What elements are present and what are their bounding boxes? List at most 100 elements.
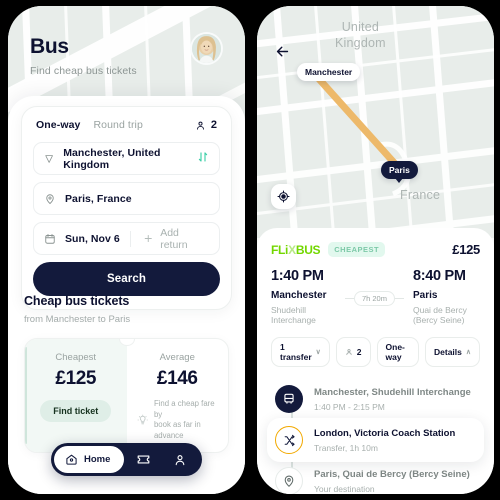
fare-tip-text: Find a cheap fare by book as far in adva… [154,399,218,441]
find-ticket-button[interactable]: Find ticket [40,400,112,422]
average-label: Average [159,352,195,363]
cheap-tickets-title: Cheap bus tickets [24,294,130,308]
ticket-icon [137,455,149,464]
operator-logo: FLiXBUS [271,242,321,257]
departure-time: 1:40 PM [271,268,324,284]
transfer-icon [284,434,295,446]
itinerary-destination-sub: Your destination [314,483,375,494]
duration-pill: 7h 20m [353,290,395,306]
add-return-button[interactable]: Add return [131,223,219,254]
chip-details-label: Details [434,347,462,357]
duration-block: 7h 20m [344,288,404,306]
nav-item-home[interactable]: Home [54,446,125,473]
average-column: Average £146 Find a cheap fare by book a… [127,339,229,452]
bus-icon [284,393,294,404]
filter-chip-row: 1 transfer ∨ 2 One-way Details ∧ [257,325,494,367]
itinerary-list: Manchester, Shudehill Interchange 1:40 P… [267,380,484,494]
chip-details[interactable]: Details ∧ [425,337,480,367]
itinerary-stop-origin[interactable]: Manchester, Shudehill Interchange 1:40 P… [267,380,484,418]
tab-one-way[interactable]: One-way [36,119,80,131]
uk-line2: Kingdom [335,35,386,50]
back-button[interactable] [271,40,293,62]
avatar[interactable] [190,32,223,65]
chip-trip-type[interactable]: One-way [376,337,419,367]
operator-name: FLiXBUS [271,242,321,257]
arrow-left-icon [276,46,288,56]
fare-tip-line1: Find a cheap fare by [153,399,215,419]
depart-date-field[interactable]: Sun, Nov 6 [34,223,130,254]
map-pin-destination[interactable]: Paris [381,161,418,179]
bottom-navigation: Home [51,443,202,476]
destination-field[interactable]: Paris, France [33,182,220,215]
arrival-stop: Quai de Bercy (Bercy Seine) [412,305,467,325]
date-field-row: Sun, Nov 6 Add return [33,222,220,255]
passenger-count: 2 [210,119,217,131]
plus-icon [144,234,152,243]
itinerary-origin-sub: 1:40 PM - 2:15 PM [314,401,385,412]
nav-home-label: Home [84,454,111,465]
profile-icon [175,454,185,465]
origin-field[interactable]: Manchester, United Kingdom [33,142,220,175]
calendar-icon [45,233,55,244]
chip-passengers[interactable]: 2 [335,337,371,367]
map-label-united-kingdom: United Kingdom [335,20,386,51]
person-icon [196,121,204,130]
duration-line-right [394,297,404,299]
cheapest-badge: CHEAPEST [328,242,386,257]
page-subtitle: Find cheap bus tickets [30,65,137,77]
fare-tip-line2: book as far in advance [153,420,201,440]
map-pin-origin[interactable]: Manchester [297,63,361,81]
average-value: £146 [156,368,198,389]
search-button[interactable]: Search [33,262,220,296]
destination-value: Paris, France [65,192,132,205]
swap-icon [198,151,208,162]
swap-button[interactable] [197,150,209,168]
map-pin-icon [284,475,294,487]
itinerary-destination-text: Paris, Quai de Bercy (Bercy Seine) Your … [303,469,470,494]
nav-item-profile[interactable] [162,453,199,467]
transfer-icon-badge [275,426,303,454]
trip-details-sheet: FLiXBUS CHEAPEST £125 1:40 PM Manchester… [257,228,494,494]
itinerary-origin-title: Manchester, Shudehill Interchange [314,386,471,398]
cheapest-label: Cheapest [55,352,97,363]
trip-type-row: One-way Round trip 2 [33,119,220,142]
lightbulb-icon [137,414,148,425]
cheap-tickets-subtitle: from Manchester to Paris [24,314,131,325]
chip-transfers[interactable]: 1 transfer ∨ [271,337,330,367]
map-label-france: France [400,188,441,202]
itinerary-transfer-sub: Transfer, 1h 10m [314,442,378,453]
itinerary-stop-transfer[interactable]: London, Victoria Coach Station Transfer,… [267,418,484,462]
bus-icon-badge [275,385,303,413]
depart-date-value: Sun, Nov 6 [65,232,120,245]
departure-city: Manchester [271,290,327,301]
screenshot-stage: Bus Find cheap bus tickets One-way Round… [0,0,500,500]
itinerary-transfer-title: London, Victoria Coach Station [314,427,456,439]
cheap-tickets-header: Cheap bus tickets from Manchester to Par… [24,294,130,325]
avatar-photo [192,34,221,63]
arrival-time: 8:40 PM [412,268,466,284]
cheapest-value: £125 [55,368,97,389]
chevron-up-icon: ∧ [465,349,471,356]
add-return-label: Add return [160,226,188,251]
tab-round-trip[interactable]: Round trip [93,119,142,131]
itinerary-destination-title: Paris, Quai de Bercy (Bercy Seine) [314,468,470,480]
cheapest-column: Cheapest £125 Find ticket [25,339,127,452]
right-phone: United Kingdom France Manchester Paris F… [257,6,494,494]
origin-marker-icon [45,154,53,163]
duration-line-left [344,297,354,299]
home-icon [66,454,77,465]
nav-item-tickets[interactable] [124,452,161,467]
arrival-city: Paris [412,290,438,301]
passenger-selector[interactable]: 2 [195,119,217,131]
itinerary-stop-destination[interactable]: Paris, Quai de Bercy (Bercy Seine) Your … [267,462,484,494]
crosshair-icon [277,190,290,203]
itinerary-transfer-text: London, Victoria Coach Station Transfer,… [303,428,455,453]
locate-me-button[interactable] [271,184,296,209]
uk-line1: United [341,20,380,34]
left-header: Bus Find cheap bus tickets [30,32,223,77]
left-content-sheet: One-way Round trip 2 Manchester, United … [8,96,245,494]
schedule-row: 1:40 PM Manchester Shudehill Interchange… [257,257,494,325]
search-card: One-way Round trip 2 Manchester, United … [21,106,232,310]
departure-block: 1:40 PM Manchester Shudehill Interchange [271,268,345,325]
chip-trip-type-label: One-way [385,342,405,362]
